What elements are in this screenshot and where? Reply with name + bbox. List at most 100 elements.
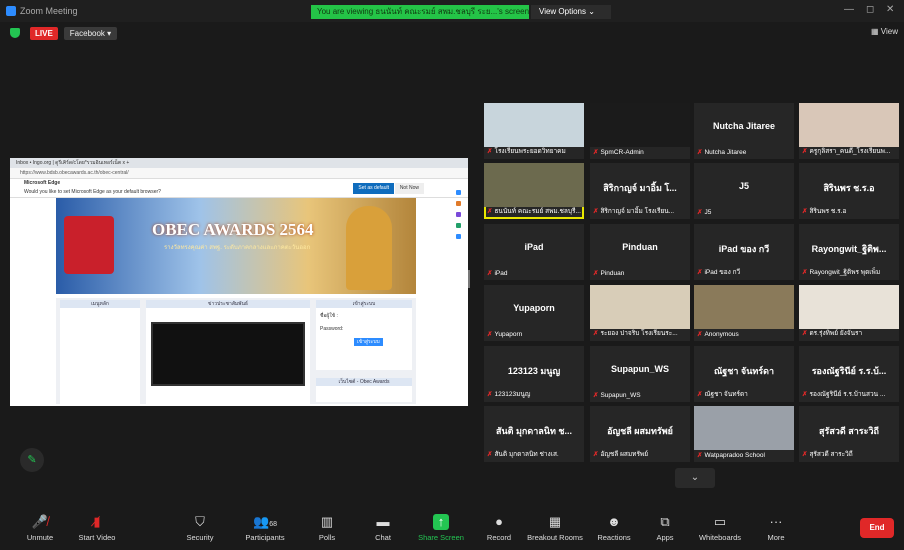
sidebar-icon xyxy=(456,190,461,195)
participants-icon: 👥68 xyxy=(253,514,277,529)
participant-label: ✗ iPad xyxy=(487,269,581,277)
participant-label: ✗ SpmCR-Admin xyxy=(593,148,687,156)
muted-mic-icon: ✗ xyxy=(593,330,599,337)
participants-button[interactable]: 👥68 Participants xyxy=(240,514,290,542)
minimize-icon[interactable]: — xyxy=(844,4,854,15)
muted-mic-icon: ✗ xyxy=(802,208,808,215)
participant-video xyxy=(694,285,794,329)
muted-mic-icon: 🎤̸ xyxy=(31,514,49,529)
obec-banner: OBEC AWARDS 2564 รางวัลทรงคุณค่า สพฐ. ระ… xyxy=(56,198,416,294)
muted-mic-icon: ✗ xyxy=(697,269,703,276)
muted-mic-icon: ✗ xyxy=(697,452,703,459)
participant-tile[interactable]: ✗ ธนนันท์ คณะรมย์ สพม.ชลบุรี... xyxy=(484,163,584,219)
zoom-logo-icon xyxy=(6,6,16,16)
more-button[interactable]: ··· More xyxy=(762,514,790,542)
share-screen-button[interactable]: ↑ Share Screen xyxy=(416,514,466,542)
chat-button[interactable]: ▬ Chat xyxy=(368,514,398,542)
participant-tile[interactable]: สันติ มุกดาลนิท ช... ✗ สันติ มุกดาลนิท ช่า… xyxy=(484,406,584,462)
participant-tile[interactable]: สิรินพร ช.ร.อ ✗ สิรินพร ช.ร.อ xyxy=(799,163,899,219)
participant-display-name: 123123 มนูญ xyxy=(507,366,561,376)
gallery-next-page-button[interactable]: ⌄ xyxy=(675,468,715,488)
participant-label: ✗ อัญชลี ผสมทรัพย์ xyxy=(593,449,687,459)
participant-tile[interactable]: สิริกาญจ์ มาอิ้ม โ... ✗ สิริกาญจ์ มาอิ้ม โ… xyxy=(590,163,690,219)
participant-tile[interactable]: Yupaporn ✗ Yupaporn xyxy=(484,285,584,341)
participant-tile[interactable]: รองณัฐรินีย์ ร.ร.บ้... ✗ รองณัฐรินีย์ ร.ร.… xyxy=(799,346,899,402)
participant-tile[interactable]: อัญชลี ผสมทรัพย์ ✗ อัญชลี ผสมทรัพย์ xyxy=(590,406,690,462)
end-meeting-button[interactable]: End xyxy=(860,518,894,538)
muted-mic-icon: ✗ xyxy=(593,270,599,277)
participant-tile[interactable]: iPad ✗ iPad xyxy=(484,224,584,280)
sidebar-icon xyxy=(456,201,461,206)
participant-tile[interactable]: Rayongwit_ฐิติพ... ✗ Rayongwit_ฐิติพร พุดเ… xyxy=(799,224,899,280)
participant-display-name: สุรัสวดี สาระวิถี xyxy=(819,426,879,436)
record-icon: ● xyxy=(495,514,503,529)
whiteboards-label: Whiteboards xyxy=(698,533,742,542)
reactions-button[interactable]: ☻ Reactions xyxy=(594,514,634,542)
participant-label-text: Pinduan xyxy=(600,270,625,277)
close-icon[interactable]: ✕ xyxy=(886,4,894,15)
participant-tile[interactable]: ✗ ดร.รุ่งทิพย์ ยังจันรา xyxy=(799,285,899,341)
participant-label: ✗ สิริกาญจ์ มาอิ้ม โรงเรียน... xyxy=(593,206,687,216)
participant-tile[interactable]: J5 ✗ J5 xyxy=(694,163,794,219)
news-document xyxy=(151,322,305,386)
whiteboards-button[interactable]: ▭ Whiteboards xyxy=(694,514,746,542)
view-button[interactable]: ▦ View xyxy=(871,27,898,36)
participant-label: ✗ โรงเรียนพระยอดวิทยาคม xyxy=(487,146,581,156)
apps-button[interactable]: ⧉ Apps xyxy=(650,514,680,542)
participant-label-text: สิริกาญจ์ มาอิ้ม โรงเรียน... xyxy=(600,208,675,215)
maximize-icon[interactable]: ◻ xyxy=(866,4,874,15)
security-shield-icon xyxy=(10,28,20,38)
muted-mic-icon: ✗ xyxy=(487,391,493,398)
participant-video xyxy=(799,103,899,147)
participant-tile[interactable]: Nutcha Jitaree ✗ Nutcha Jitaree xyxy=(694,103,794,159)
breakout-rooms-button[interactable]: ▦ Breakout Rooms xyxy=(526,514,584,542)
reactions-icon: ☻ xyxy=(607,514,621,529)
muted-mic-icon: ✗ xyxy=(593,392,599,399)
participant-tile[interactable]: ณัฐชา จันทร์ดา ✗ ณัฐชา จันทร์ดา xyxy=(694,346,794,402)
muted-mic-icon: ✗ xyxy=(802,330,808,337)
apps-label: Apps xyxy=(656,533,674,542)
participant-tile[interactable]: 123123 มนูญ ✗ 123123มนูญ xyxy=(484,346,584,402)
facebook-stream-button[interactable]: Facebook ▾ xyxy=(63,26,118,40)
unmute-button[interactable]: 🎤̸ Unmute xyxy=(20,514,60,542)
sidebar-icon xyxy=(456,212,461,217)
participant-label-text: Rayongwit_ฐิติพร พุดเพ็ม xyxy=(809,269,881,276)
participant-label: ✗ 123123มนูญ xyxy=(487,389,581,399)
participant-label-text: iPad ของ กวี xyxy=(704,269,741,276)
muted-mic-icon: ✗ xyxy=(697,391,703,398)
view-options-button[interactable]: View Options ⌄ xyxy=(531,5,611,19)
participant-label-text: ธนนันท์ คณะรมย์ สพม.ชลบุรี... xyxy=(494,208,581,215)
participant-tile[interactable]: ✗ ระยอง ปาจริบ โรงเรียนระ... xyxy=(590,285,690,341)
news-heading: ข่าวประชาสัมพันธ์ xyxy=(146,300,310,308)
participant-video xyxy=(484,103,584,147)
record-button[interactable]: ● Record xyxy=(482,514,516,542)
participant-tile[interactable]: Pinduan ✗ Pinduan xyxy=(590,224,690,280)
participant-label-text: Nutcha Jitaree xyxy=(704,149,747,156)
share-arrow-icon: ↑ xyxy=(433,514,449,530)
more-label: More xyxy=(767,533,785,542)
participant-label-text: Anonymous xyxy=(704,331,739,338)
participant-tile[interactable]: ✗ โรงเรียนพระยอดวิทยาคม xyxy=(484,103,584,159)
annotate-pen-icon[interactable]: ✎ xyxy=(20,448,44,472)
split-handle[interactable] xyxy=(468,270,470,288)
participant-label-text: ครูกุลิสรา_คนดี_โรงเรียนพ... xyxy=(809,148,891,155)
participant-video xyxy=(590,103,690,147)
participant-tile[interactable]: iPad ของ กวี ✗ iPad ของ กวี xyxy=(694,224,794,280)
participant-tile[interactable]: ✗ Watpapradoo School xyxy=(694,406,794,462)
facebook-label: Facebook xyxy=(69,28,105,38)
participant-tile[interactable]: Supapun_WS ✗ Supapun_WS xyxy=(590,346,690,402)
browser-address: https://www.bdsb.obecawards.ac.th/obec-c… xyxy=(10,168,468,179)
participant-tile[interactable]: สุรัสวดี สาระวิถี ✗ สุรัสวดี สาระวิถี xyxy=(799,406,899,462)
live-badge[interactable]: LIVE xyxy=(30,26,58,40)
login-heading: เข้าสู่ระบบ xyxy=(316,300,412,308)
breakout-icon: ▦ xyxy=(548,514,562,529)
edge-set-default-button: Set as default xyxy=(353,183,394,194)
participant-tile[interactable]: ✗ SpmCR-Admin xyxy=(590,103,690,159)
participant-tile[interactable]: ✗ ครูกุลิสรา_คนดี_โรงเรียนพ... xyxy=(799,103,899,159)
participant-display-name: สันติ มุกดาลนิท ช... xyxy=(496,426,572,436)
security-button[interactable]: ⛉ Security xyxy=(180,514,220,542)
shared-screen[interactable]: Inbox • Ingo.org | ดูรีเคิร์ด/cโดย*รวมอิ… xyxy=(10,158,468,406)
polls-button[interactable]: ▥ Polls xyxy=(312,514,342,542)
start-video-button[interactable]: ▮̸ Start Video xyxy=(74,514,120,542)
participant-tile[interactable]: ✗ Anonymous xyxy=(694,285,794,341)
